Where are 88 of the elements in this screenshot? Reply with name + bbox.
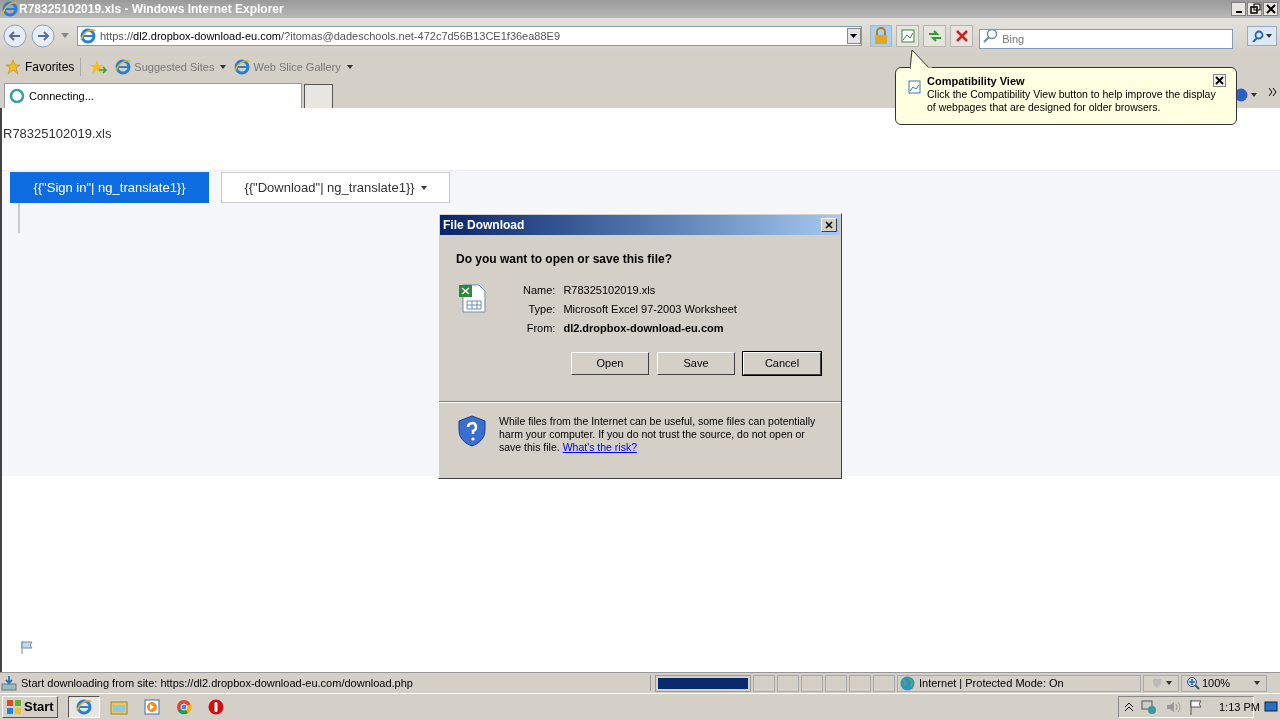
stop-button[interactable] [950,25,974,47]
status-pane [873,674,895,692]
loading-icon [9,88,25,104]
close-button[interactable] [1213,74,1226,87]
sign-in-button[interactable]: {{"Sign in"| ng_translate1}} [10,172,209,203]
media-player-icon[interactable] [143,699,160,715]
restore-icon [1247,2,1262,16]
page-icon [234,59,251,75]
tooltip-title: Compatibility View [927,75,1026,88]
browser-tab[interactable]: Connecting... [4,83,302,108]
show-desktop-icon[interactable] [1264,700,1278,714]
risk-link[interactable]: What's the risk? [562,441,637,453]
download-button[interactable]: {{"Download"| ng_translate1}} [221,172,450,203]
refresh-button[interactable] [923,25,947,47]
dialog-question: Do you want to open or save this file? [456,251,674,268]
flag-icon[interactable] [1189,699,1203,715]
globe-icon [900,675,915,691]
search-icon [1252,30,1265,42]
stop-sign-icon[interactable] [207,699,224,715]
close-icon [825,221,833,229]
dialog-title: File Download [443,217,526,234]
caret-icon [61,33,69,39]
caret-icon [850,34,857,38]
status-pane [753,674,775,692]
download-icon [1,675,17,691]
minimize-icon [1235,11,1242,13]
shield-question-icon [457,415,487,447]
chevron-up-icon[interactable] [1125,702,1133,712]
field-value: R78325102019.xls [563,283,657,298]
dropdown-button[interactable] [846,28,861,44]
status-pane [825,674,847,692]
caret-icon [1165,681,1172,685]
spreadsheet-file-icon [457,283,487,313]
chrome-icon[interactable] [175,699,192,715]
forward-button[interactable] [31,24,55,48]
chevron-icon[interactable] [1269,88,1277,96]
zoom-icon [1186,676,1200,690]
tooltip-text: Click the Compatibility View button to help improve the display of webpages that are designed for older browsers. [927,88,1217,114]
search-button[interactable] [1247,26,1277,46]
back-button[interactable] [3,24,27,48]
ie-logo-icon [75,699,92,715]
caret-icon [1266,34,1273,38]
caret-icon [420,185,427,190]
caret-icon [220,65,227,69]
caret-icon [346,65,353,69]
field-label: Type: [527,302,556,317]
url-text: https://dl2.dropbox-download-eu.com/?itomas@dadeschools.net-472c7d56B13CE1f36ea88E9 [100,28,562,44]
close-icon [1215,76,1224,85]
search-field[interactable]: Bing [979,29,1234,49]
minimize-button[interactable] [1231,2,1246,16]
field-value: Microsoft Excel 97-2003 Worksheet [563,302,737,317]
security-zone[interactable]: Internet | Protected Mode: On [897,674,1141,692]
search-icon [982,28,999,44]
caret-icon [1254,681,1260,685]
ie-logo-icon [2,1,18,17]
new-tab-button[interactable] [304,84,333,108]
dialog-button[interactable]: Cancel [743,352,821,375]
page-icon [115,59,132,75]
page-icon [80,28,96,44]
field-label: From: [525,321,556,336]
status-pane [777,674,799,692]
restore-button[interactable] [1247,2,1262,16]
shield-lock-icon [1150,677,1163,689]
clock: 1:13 PM [1219,699,1260,715]
status-pane [849,674,871,692]
compatibility-view-button[interactable] [896,25,920,47]
compatibility-view-icon [908,80,922,94]
page-heading: R78325102019.xls [3,125,113,143]
window-title: R78325102019.xls - Windows Internet Explorer [19,1,285,18]
dialog-button[interactable]: Save [657,352,735,375]
start-button[interactable]: Start [2,696,58,718]
flag-icon [20,640,34,654]
close-button[interactable] [1263,2,1278,16]
windows-logo-icon [6,699,22,715]
address-field[interactable]: https://dl2.dropbox-download-eu.com/?itomas@dadeschools.net-472c7d56B13CE1f36ea88E9 [77,26,862,46]
lock-button[interactable] [869,25,893,47]
compatibility-view-icon [898,27,917,45]
dialog-button[interactable]: Open [571,352,649,375]
taskbar-button[interactable] [67,696,100,718]
field-label: Name: [523,283,556,298]
zoom-button[interactable]: 100% [1181,674,1267,692]
star-icon [5,59,21,75]
warning-text: While files from the Internet can be useful, some files can potentially harm your computer. If you do not trust the source, do not open or save this file. What's the risk? [499,415,817,454]
status-pane [801,674,823,692]
field-value: dl2.dropbox-download-eu.com [563,321,725,336]
favorites-button[interactable]: Favorites [5,58,82,76]
status-text: Start downloading from site: https://dl2.dropbox-download-eu.com/download.php [19,674,651,692]
close-icon [1263,2,1278,16]
